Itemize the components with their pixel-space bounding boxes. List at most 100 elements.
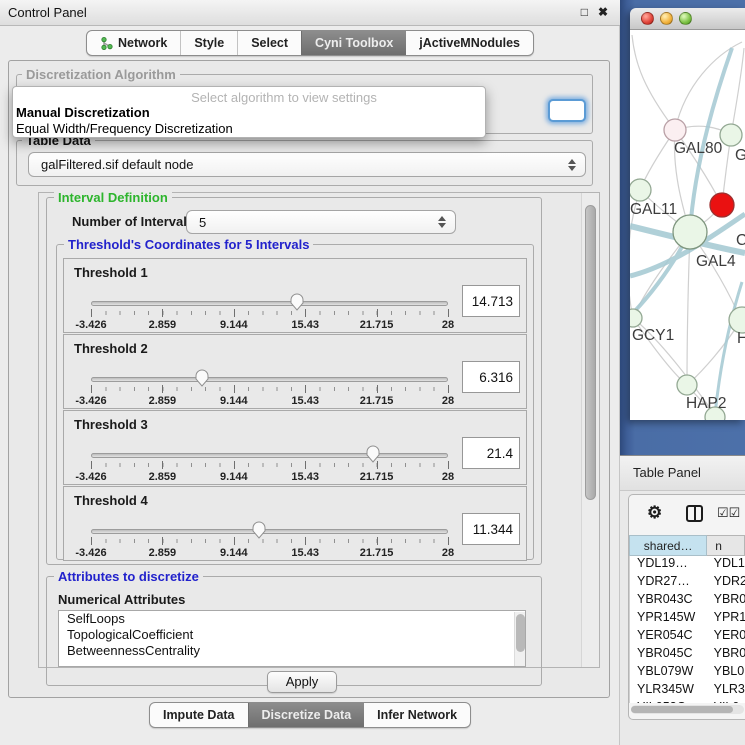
algorithm-dropdown-popup: Select algorithm to view settings Manual…: [12, 86, 486, 138]
gear-icon[interactable]: ⚙: [647, 503, 662, 523]
slider-thumb[interactable]: [365, 444, 381, 464]
threshold-slider[interactable]: -3.4262.8599.14415.4321.71528: [91, 439, 448, 483]
table-horizontal-scrollbar[interactable]: [631, 705, 744, 714]
number-of-intervals-combobox[interactable]: 5: [186, 210, 456, 234]
slider-tick-label: -3.426: [75, 319, 106, 331]
slider-track[interactable]: [91, 529, 448, 534]
table-row[interactable]: YPR145WYPR1: [630, 610, 745, 628]
list-item[interactable]: BetweennessCentrality: [59, 643, 525, 659]
table-row[interactable]: YBR045CYBR0: [630, 646, 745, 664]
table-cell[interactable]: YIL0: [708, 700, 745, 703]
scrollbar-thumb[interactable]: [631, 706, 733, 713]
slider-tick-label: 2.859: [149, 319, 177, 331]
slider-tick-label: 21.715: [360, 471, 394, 483]
tab-discretize-data[interactable]: Discretize Data: [248, 703, 365, 727]
close-panel-icon[interactable]: ✖: [598, 0, 608, 25]
list-item[interactable]: TopologicalCoefficient: [59, 627, 525, 643]
table-row[interactable]: YLR345WYLR3: [630, 682, 745, 700]
column-header-name[interactable]: n: [707, 535, 745, 556]
slider-track[interactable]: [91, 453, 448, 458]
threshold-value-field[interactable]: [462, 513, 520, 545]
table-row[interactable]: YDL19…YDL1: [630, 556, 745, 574]
table-cell[interactable]: YBR0: [708, 646, 745, 664]
dropdown-prompt-item[interactable]: Select algorithm to view settings: [13, 87, 485, 105]
table-cell[interactable]: YDR27…: [630, 574, 708, 592]
attributes-list-scrollbar[interactable]: [514, 612, 526, 667]
threshold-slider[interactable]: -3.4262.8599.14415.4321.71528: [91, 287, 448, 331]
algorithm-combobox[interactable]: [548, 99, 586, 122]
table-cell[interactable]: YBR0: [708, 592, 745, 610]
table-cell[interactable]: YBR043C: [630, 592, 708, 610]
table-cell[interactable]: YLR3: [708, 682, 745, 700]
threshold-panel: Threshold 4-3.4262.8599.14415.4321.71528: [63, 486, 527, 561]
table-row[interactable]: YDR27…YDR2: [630, 574, 745, 592]
scrollbar-thumb[interactable]: [516, 614, 525, 652]
tab-select[interactable]: Select: [237, 31, 301, 55]
dropdown-item-manual[interactable]: Manual Discretization: [13, 105, 485, 121]
tab-infer-network[interactable]: Infer Network: [364, 703, 470, 727]
table-cell[interactable]: YBL079W: [630, 664, 708, 682]
slider-major-tick: [91, 461, 92, 469]
slider-major-tick: [162, 385, 163, 393]
zoom-traffic-light-icon[interactable]: [679, 12, 692, 25]
tab-impute-data[interactable]: Impute Data: [150, 703, 248, 727]
table-cell[interactable]: YPR145W: [630, 610, 708, 628]
slider-major-tick: [448, 309, 449, 317]
close-traffic-light-icon[interactable]: [641, 12, 654, 25]
tab-label: Discretize Data: [262, 707, 352, 723]
table-cell[interactable]: YBL0: [708, 664, 745, 682]
node-label-partial-mid: C: [736, 232, 745, 249]
table-cell[interactable]: YLR345W: [630, 682, 708, 700]
columns-icon[interactable]: [686, 505, 703, 522]
slider-tick-label: 21.715: [360, 547, 394, 559]
slider-thumb[interactable]: [251, 520, 267, 540]
tab-label: Cyni Toolbox: [315, 35, 393, 51]
float-window-icon[interactable]: □: [581, 0, 588, 25]
table-cell[interactable]: YDR2: [708, 574, 745, 592]
table-cell[interactable]: YDL1: [708, 556, 745, 574]
checked-boxes-icon[interactable]: ☑☑: [717, 505, 740, 521]
threshold-value-field[interactable]: [462, 285, 520, 317]
table-row[interactable]: YBL079WYBL0: [630, 664, 745, 682]
network-canvas[interactable]: GAL80 GA C GAL11 GAL4 GCY1 H HAP2: [630, 30, 745, 420]
numerical-attributes-list[interactable]: SelfLoops TopologicalCoefficient Between…: [58, 610, 526, 667]
minimize-traffic-light-icon[interactable]: [660, 12, 673, 25]
slider-track[interactable]: [91, 301, 448, 306]
list-item[interactable]: SelfLoops: [59, 611, 525, 627]
apply-button[interactable]: Apply: [267, 671, 337, 693]
settings-vertical-scrollbar[interactable]: [581, 193, 599, 667]
slider-minor-ticks: [91, 539, 449, 543]
table-cell[interactable]: YER054C: [630, 628, 708, 646]
dropdown-item-equal-width[interactable]: Equal Width/Frequency Discretization: [13, 121, 485, 137]
table-cell[interactable]: YPR1: [708, 610, 745, 628]
scrollbar-thumb[interactable]: [585, 205, 596, 500]
slider-minor-ticks: [91, 463, 449, 467]
slider-major-tick: [234, 461, 235, 469]
table-cell[interactable]: YIL052C: [630, 700, 708, 703]
table-row[interactable]: YER054CYER0: [630, 628, 745, 646]
slider-tick-label: 28: [442, 471, 454, 483]
slider-thumb[interactable]: [194, 368, 210, 388]
threshold-panel: Threshold 1-3.4262.8599.14415.4321.71528: [63, 258, 527, 333]
threshold-value-field[interactable]: [462, 361, 520, 393]
threshold-panel: Threshold 3 -3.4262.8599.14415.4321.71528: [63, 410, 527, 485]
tab-style[interactable]: Style: [180, 31, 237, 55]
table-row[interactable]: YBR043CYBR0: [630, 592, 745, 610]
column-header-shared-name[interactable]: shared…: [629, 535, 707, 556]
threshold-slider[interactable]: -3.4262.8599.14415.4321.71528: [91, 363, 448, 407]
table-cell[interactable]: YBR045C: [630, 646, 708, 664]
threshold-value-field[interactable]: [462, 437, 520, 469]
slider-thumb[interactable]: [289, 292, 305, 312]
tab-cyni-toolbox[interactable]: Cyni Toolbox: [301, 31, 406, 55]
slider-track[interactable]: [91, 377, 448, 382]
tab-network[interactable]: Network: [87, 31, 180, 55]
slider-major-tick: [162, 537, 163, 545]
table-cell[interactable]: YDL19…: [630, 556, 708, 574]
table-row[interactable]: YIL052CYIL0: [630, 700, 745, 703]
threshold-label: Threshold 3: [74, 417, 148, 432]
tab-jactivemodules[interactable]: jActiveMNodules: [406, 31, 533, 55]
table-cell[interactable]: YER0: [708, 628, 745, 646]
slider-tick-label: 15.43: [291, 547, 319, 559]
threshold-slider[interactable]: -3.4262.8599.14415.4321.71528: [91, 515, 448, 559]
table-data-combobox[interactable]: galFiltered.sif default node: [28, 152, 586, 177]
